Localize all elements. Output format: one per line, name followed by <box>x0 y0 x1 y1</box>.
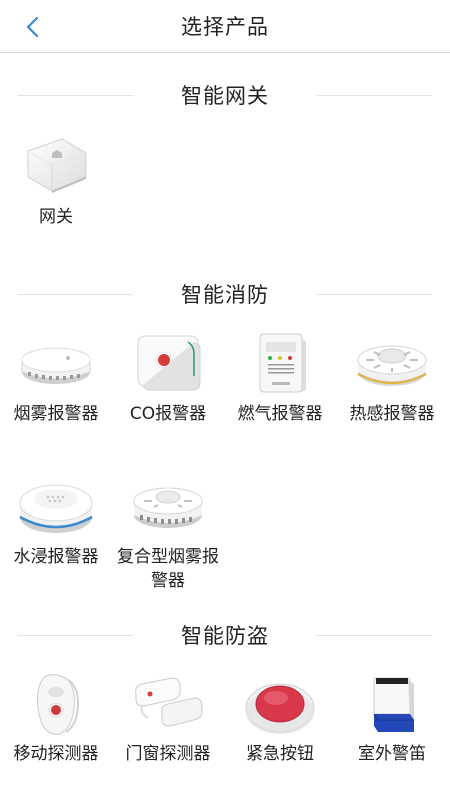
outdoor-siren-icon <box>373 677 414 732</box>
product-label: 复合型烟雾报警器 <box>117 547 219 591</box>
composite-smoke-alarm-icon <box>133 487 203 528</box>
product-label: 网关 <box>39 207 73 227</box>
emergency-button-icon <box>245 683 315 734</box>
water-leak-icon <box>19 484 93 533</box>
product-label: 室外警笛 <box>358 744 426 764</box>
section-header-fire: 智能消防 <box>0 279 450 309</box>
motion-detector-icon <box>37 674 80 735</box>
product-label: 燃气报警器 <box>237 404 323 424</box>
section-header-security: 智能防盗 <box>0 620 450 650</box>
gateway-icon <box>27 138 87 193</box>
product-label: 热感报警器 <box>349 404 435 424</box>
product-label: CO报警器 <box>129 404 207 424</box>
product-label: 水浸报警器 <box>13 547 99 567</box>
product-label: 门窗探测器 <box>125 744 211 764</box>
smoke-alarm-icon <box>21 347 91 384</box>
divider <box>317 294 432 295</box>
product-label: 移动探测器 <box>13 744 99 764</box>
door-window-sensor-icon <box>135 677 203 727</box>
product-label: 紧急按钮 <box>246 744 314 764</box>
page-title: 选择产品 <box>181 15 269 39</box>
divider <box>317 95 432 96</box>
gas-alarm-icon <box>259 333 306 393</box>
header-bar: 选择产品 <box>0 0 450 53</box>
heat-alarm-icon <box>357 345 427 386</box>
co-alarm-icon <box>137 335 201 391</box>
product-label: 烟雾报警器 <box>13 404 99 424</box>
section-header-gateway: 智能网关 <box>0 80 450 110</box>
divider <box>317 635 432 636</box>
